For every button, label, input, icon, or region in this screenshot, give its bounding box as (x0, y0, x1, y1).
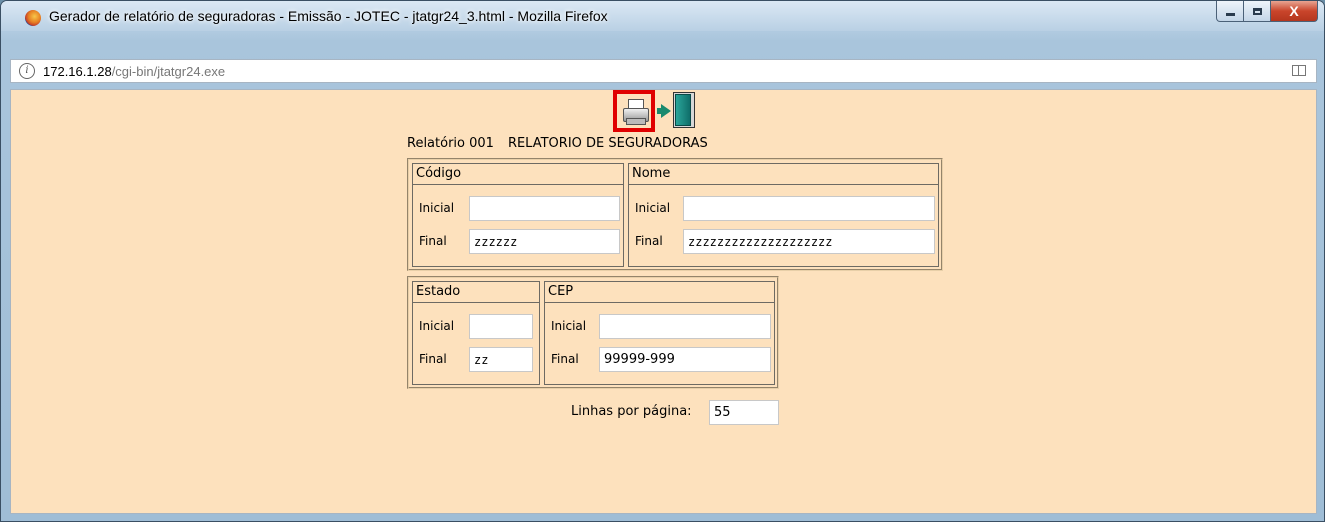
lines-per-page-label: Linhas por página: (571, 404, 692, 419)
report-header: Relatório 001 RELATORIO DE SEGURADORAS (407, 136, 708, 151)
lines-per-page: Linhas por página: (571, 400, 779, 425)
url-path: /cgi-bin/jtatgr24.exe (111, 63, 226, 79)
nome-inicial-input[interactable] (683, 196, 935, 221)
firefox-icon (25, 10, 41, 26)
nome-final-input[interactable] (683, 229, 935, 254)
printer-icon-tray (626, 118, 646, 125)
reader-view-icon[interactable] (1292, 65, 1306, 76)
arrow-right-icon (661, 104, 671, 118)
print-button[interactable] (613, 90, 655, 132)
window-title: Gerador de relatório de seguradoras - Em… (49, 8, 608, 24)
close-button[interactable]: X (1271, 1, 1318, 22)
maximize-button[interactable] (1244, 1, 1271, 22)
cep-inicial-input[interactable] (599, 314, 771, 339)
estado-inicial-input[interactable] (469, 314, 533, 339)
info-icon[interactable]: i (19, 63, 35, 79)
codigo-group: Código Inicial Final (412, 163, 624, 267)
maximize-icon (1252, 7, 1262, 15)
lines-per-page-input[interactable] (709, 400, 779, 425)
report-number: Relatório 001 (407, 136, 494, 151)
estado-group: Estado Inicial Final (412, 281, 540, 385)
door-icon (675, 94, 691, 126)
estado-final-label: Final (419, 352, 447, 366)
page-content: Relatório 001 RELATORIO DE SEGURADORAS Có… (10, 89, 1317, 514)
nome-final-label: Final (635, 234, 663, 248)
estado-title: Estado (413, 282, 539, 303)
title-bar[interactable]: Gerador de relatório de seguradoras - Em… (1, 1, 1324, 31)
codigo-inicial-input[interactable] (469, 196, 620, 221)
estado-inicial-label: Inicial (419, 319, 455, 333)
window-controls: X (1216, 1, 1318, 23)
nome-inicial-label: Inicial (635, 201, 671, 215)
codigo-final-input[interactable] (469, 229, 620, 254)
url-text[interactable]: 172.16.1.28/cgi-bin/jtatgr24.exe (43, 64, 225, 79)
cep-final-label: Final (551, 352, 579, 366)
codigo-nome-frame: Código Inicial Final Nome Inicial Final (407, 158, 943, 271)
cep-title: CEP (545, 282, 774, 303)
minimize-icon (1225, 12, 1235, 16)
nome-group: Nome Inicial Final (628, 163, 939, 267)
codigo-inicial-label: Inicial (419, 201, 455, 215)
estado-cep-frame: Estado Inicial Final CEP Inicial Final (407, 276, 779, 389)
minimize-button[interactable] (1216, 1, 1244, 22)
codigo-final-label: Final (419, 234, 447, 248)
exit-button[interactable] (657, 90, 697, 130)
url-host: 172.16.1.28 (43, 63, 112, 79)
cep-group: CEP Inicial Final (544, 281, 775, 385)
report-name: RELATORIO DE SEGURADORAS (507, 136, 708, 151)
browser-window: Gerador de relatório de seguradoras - Em… (0, 0, 1325, 522)
codigo-title: Código (413, 164, 623, 185)
address-bar[interactable]: i 172.16.1.28/cgi-bin/jtatgr24.exe (10, 59, 1317, 83)
nome-title: Nome (629, 164, 938, 185)
estado-final-input[interactable] (469, 347, 533, 372)
cep-final-input[interactable] (599, 347, 771, 372)
cep-inicial-label: Inicial (551, 319, 587, 333)
